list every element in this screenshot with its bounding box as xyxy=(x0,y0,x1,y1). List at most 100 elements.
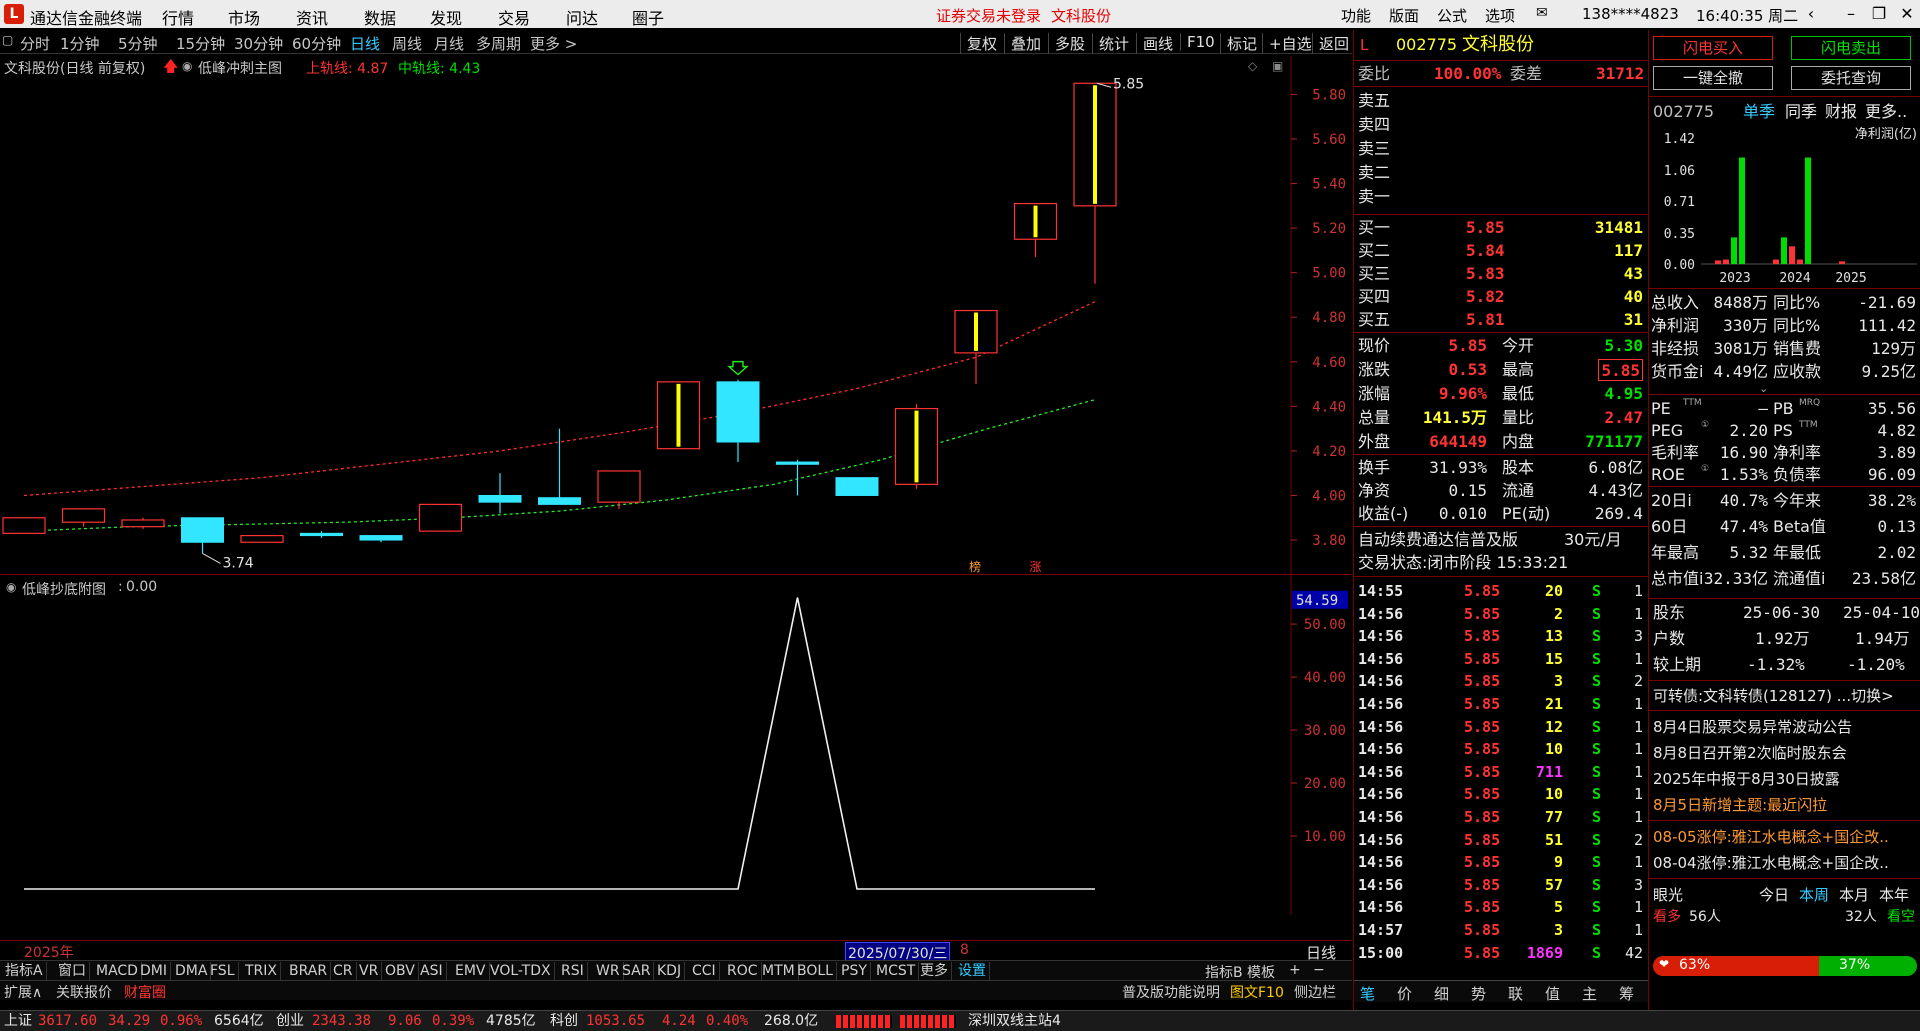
indicator-tab[interactable]: EMV xyxy=(452,962,490,980)
indicator-tab[interactable]: MACD xyxy=(93,962,142,980)
indicator-tab[interactable]: VOL-TDX xyxy=(487,962,555,980)
tool-biaoji[interactable]: 标记 xyxy=(1220,33,1257,54)
indicator-tab[interactable]: KDJ xyxy=(654,962,686,980)
period-more[interactable]: 更多 > xyxy=(530,33,577,54)
indicator-tab[interactable]: OBV xyxy=(382,962,419,980)
buy-level-price[interactable]: 5.84 xyxy=(1466,240,1505,262)
indicator-tab[interactable]: ROC xyxy=(724,962,762,980)
indicator-tab[interactable]: CCI xyxy=(689,962,720,980)
convertible-bond-link[interactable]: 可转债:文科转债(128127) ...切换> xyxy=(1653,685,1894,707)
indicator-tab[interactable]: CR xyxy=(330,962,357,980)
indicator-tab[interactable]: 设置 xyxy=(955,962,990,980)
tick-tab[interactable]: 细 xyxy=(1434,983,1449,1004)
menu-shuju[interactable]: 数据 xyxy=(364,5,396,29)
indicator-right-tab[interactable]: 指标B xyxy=(1202,962,1246,982)
tool-diejia[interactable]: 叠加 xyxy=(1004,33,1041,54)
menu-wenda[interactable]: 问达 xyxy=(566,5,598,29)
indicator-tab[interactable]: VR xyxy=(356,962,383,980)
back-icon[interactable]: ‹ xyxy=(1798,3,1824,25)
news-item-2[interactable]: 8月8日召开第2次临时股东会 xyxy=(1653,742,1847,764)
net-profit-bar-chart[interactable]: 1.42 1.06 0.71 0.35 0.00 净利润(亿) 2023 2024 2025 xyxy=(1649,126,1920,288)
menu-zixun[interactable]: 资讯 xyxy=(296,5,328,29)
period-1min[interactable]: 1分钟 xyxy=(60,33,100,54)
sub-indicator-chart[interactable]: 50.00 40.00 30.00 20.00 10.00 54.59 xyxy=(0,575,1352,995)
tick-tab[interactable]: 筹 xyxy=(1619,983,1634,1004)
menu-banmian[interactable]: 版面 xyxy=(1389,5,1419,26)
tick-tab[interactable]: 主 xyxy=(1582,983,1597,1004)
login-notice[interactable]: 证券交易未登录 xyxy=(936,5,1041,26)
caifu-link[interactable]: 财富圈 xyxy=(124,982,166,1002)
account-name[interactable]: 138****4823 xyxy=(1582,5,1679,23)
chart-area[interactable]: 文科股份(日线 前复权) 🡅 ◉ 低峰冲刺主图 上轨线: 4.87 中轨线: 4… xyxy=(0,56,1352,996)
period-multi[interactable]: 多周期 xyxy=(476,33,521,54)
tool-fuquan[interactable]: 复权 xyxy=(960,33,997,54)
promo-price[interactable]: 30元/月 xyxy=(1564,529,1622,551)
sidebar-link[interactable]: 侧边栏 xyxy=(1294,982,1336,1002)
tab-more[interactable]: 更多.. xyxy=(1865,101,1907,123)
tool-huaxian[interactable]: 画线 xyxy=(1136,33,1173,54)
tab-today[interactable]: 今日 xyxy=(1759,884,1789,906)
period-weekly[interactable]: 周线 xyxy=(392,33,422,54)
indicator-tab[interactable]: DMI xyxy=(137,962,171,980)
buy-level-price[interactable]: 5.85 xyxy=(1466,217,1505,239)
buy-level-price[interactable]: 5.81 xyxy=(1466,309,1505,331)
news-item-1[interactable]: 8月4日股票交易异常波动公告 xyxy=(1653,716,1852,738)
indicator-tab[interactable]: RSI xyxy=(558,962,588,980)
period-15min[interactable]: 15分钟 xyxy=(176,33,225,54)
tool-f10[interactable]: F10 xyxy=(1180,33,1215,51)
promo-text[interactable]: 自动续费通达信普及版 xyxy=(1358,529,1518,551)
period-30min[interactable]: 30分钟 xyxy=(234,33,283,54)
main-candle-chart[interactable]: 5.80 5.60 5.40 5.20 5.00 4.80 4.60 4.40 4.20 4.00… xyxy=(0,56,1352,576)
period-monthly[interactable]: 月线 xyxy=(434,33,464,54)
tool-back[interactable]: 返回 xyxy=(1312,33,1349,54)
menu-gongshi[interactable]: 公式 xyxy=(1437,5,1467,26)
feature-desc-link[interactable]: 普及版功能说明 xyxy=(1122,982,1220,1002)
cancel-all-button[interactable]: 一键全撤 xyxy=(1653,66,1773,90)
mail-icon[interactable]: ✉ xyxy=(1536,5,1548,21)
tool-duogu[interactable]: 多股 xyxy=(1048,33,1085,54)
flash-buy-button[interactable]: 闪电买入 xyxy=(1653,36,1773,60)
menu-quanzi[interactable]: 圈子 xyxy=(632,5,664,29)
menu-xuanxiang[interactable]: 选项 xyxy=(1485,5,1515,26)
indicator-right-tab[interactable]: + xyxy=(1286,962,1304,978)
indicator-tab[interactable]: PSY xyxy=(838,962,871,980)
toolbar-toggle-icon[interactable]: ▢ xyxy=(2,33,13,47)
period-fenshi[interactable]: 分时 xyxy=(20,33,50,54)
indicator-tab[interactable]: DMA xyxy=(172,962,212,980)
period-5min[interactable]: 5分钟 xyxy=(118,33,158,54)
tick-tab[interactable]: 势 xyxy=(1471,983,1486,1004)
news-hot[interactable]: 8月5日新增主题:最近闪拉 xyxy=(1653,794,1827,816)
period-60min[interactable]: 60分钟 xyxy=(292,33,341,54)
indicator-tab[interactable]: 窗口 xyxy=(55,962,90,980)
indicator-tab[interactable]: TRIX xyxy=(242,962,281,980)
tab-this-month[interactable]: 本月 xyxy=(1839,884,1869,906)
flash-sell-button[interactable]: 闪电卖出 xyxy=(1791,36,1911,60)
tool-add-favorite[interactable]: +自选 xyxy=(1262,33,1312,54)
f10-link[interactable]: 图文F10 xyxy=(1230,982,1284,1002)
menu-jiaoyi[interactable]: 交易 xyxy=(498,5,530,29)
expand-button[interactable]: 扩展∧ xyxy=(4,982,42,1002)
news-item-3[interactable]: 2025年中报于8月30日披露 xyxy=(1653,768,1840,790)
related-quote-link[interactable]: 关联报价 xyxy=(56,982,112,1002)
minimize-icon[interactable]: – xyxy=(1838,3,1864,25)
indicator-tab[interactable]: MCST xyxy=(873,962,920,980)
tab-danji[interactable]: 单季 xyxy=(1743,101,1775,123)
order-query-button[interactable]: 委托查询 xyxy=(1791,66,1911,90)
tick-tab[interactable]: 值 xyxy=(1545,983,1560,1004)
tick-tab[interactable]: 价 xyxy=(1397,983,1412,1004)
tick-tab[interactable]: 笔 xyxy=(1360,983,1375,1004)
indicator-tab[interactable]: MTM xyxy=(759,962,799,980)
tab-this-year[interactable]: 本年 xyxy=(1879,884,1909,906)
close-icon[interactable]: ✕ xyxy=(1894,3,1920,25)
buy-level-price[interactable]: 5.83 xyxy=(1466,263,1505,285)
tab-this-week[interactable]: 本周 xyxy=(1799,884,1829,906)
tab-tongji[interactable]: 同季 xyxy=(1785,101,1817,123)
indicator-tab[interactable]: ASI xyxy=(417,962,447,980)
indicator-tab[interactable]: BRAR xyxy=(286,962,332,980)
menu-hangqing[interactable]: 行情 xyxy=(162,5,194,29)
menu-faxian[interactable]: 发现 xyxy=(430,5,462,29)
indicator-tab[interactable]: 指标A xyxy=(2,962,47,980)
indicator-right-tab[interactable]: 模板 xyxy=(1244,962,1278,982)
limit-news-1[interactable]: 08-05涨停:雅江水电概念+国企改.. xyxy=(1653,826,1889,848)
indicator-tab[interactable]: FSL xyxy=(207,962,239,980)
